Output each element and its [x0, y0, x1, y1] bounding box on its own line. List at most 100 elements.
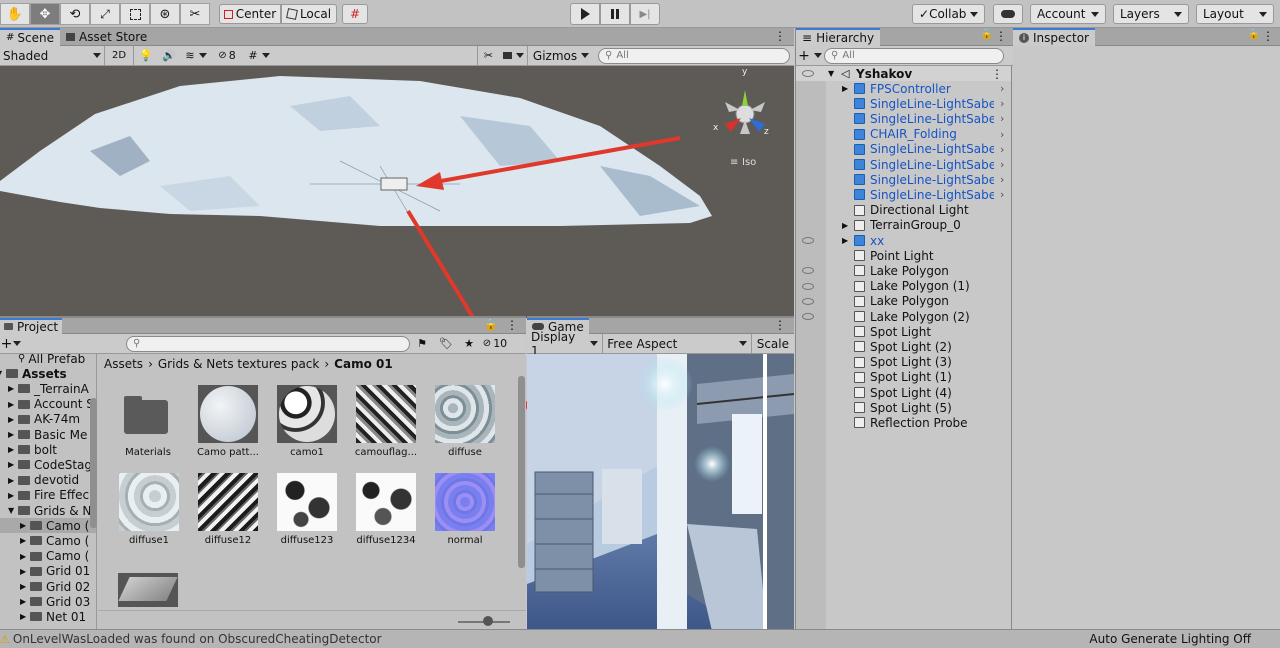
hierarchy-item[interactable]: Lake Polygon: [796, 263, 1011, 278]
thumbnail-size-slider[interactable]: [483, 616, 493, 626]
play-button[interactable]: [570, 3, 600, 25]
prefab-open-icon[interactable]: ›: [1000, 158, 1004, 171]
hierarchy-item[interactable]: CHAIR_Folding ›: [796, 127, 1011, 142]
expand-arrow-icon[interactable]: ▶: [20, 612, 30, 621]
prefab-open-icon[interactable]: ›: [1000, 82, 1004, 95]
hidden-objects-toggle[interactable]: ⊘ 8: [212, 46, 242, 66]
expand-arrow-icon[interactable]: ▶: [8, 384, 18, 393]
prefab-open-icon[interactable]: ›: [1000, 97, 1004, 110]
pause-button[interactable]: [600, 3, 630, 25]
hand-tool-button[interactable]: ✋: [0, 3, 30, 25]
gizmos-dropdown[interactable]: Gizmos: [527, 45, 594, 66]
hierarchy-item[interactable]: ▶ TerrainGroup_0: [796, 218, 1011, 233]
collab-dropdown[interactable]: ✓ Collab: [912, 4, 985, 24]
project-tree-item[interactable]: ▶ Basic Me: [0, 427, 96, 442]
project-tree-item[interactable]: ▼ Grids & N: [0, 503, 96, 518]
asset-grid-scrollbar[interactable]: [518, 376, 525, 568]
panel-menu-icon[interactable]: ⋮: [506, 318, 518, 332]
account-dropdown[interactable]: Account: [1030, 4, 1106, 24]
eye-slash-icon[interactable]: [802, 313, 814, 320]
tree-scrollbar[interactable]: [90, 398, 97, 528]
expand-arrow-icon[interactable]: ▶: [20, 521, 30, 530]
panel-menu-icon[interactable]: ⋮: [774, 29, 786, 43]
project-tree-item[interactable]: ▶ devotid: [0, 473, 96, 488]
expand-arrow-icon[interactable]: ▶: [20, 552, 30, 561]
expand-arrow-icon[interactable]: ▶: [20, 582, 30, 591]
audio-toggle[interactable]: 🔊: [158, 46, 180, 66]
hierarchy-item[interactable]: Directional Light: [796, 203, 1011, 218]
hierarchy-item[interactable]: Spot Light (3): [796, 355, 1011, 370]
panel-menu-icon[interactable]: ⋮: [774, 318, 786, 332]
hierarchy-item[interactable]: ▶ xx: [796, 233, 1011, 248]
project-tree-item[interactable]: ▶ Camo (: [0, 518, 96, 534]
eye-icon[interactable]: [802, 70, 814, 77]
scene-root-row[interactable]: ▼ ◁ Yshakov ⋮: [796, 66, 1011, 81]
project-tree-item[interactable]: ▶ _TerrainA: [0, 381, 96, 396]
cloud-button[interactable]: [993, 4, 1023, 24]
hierarchy-search-input[interactable]: ⚲ All: [824, 47, 1004, 64]
hierarchy-item[interactable]: Lake Polygon: [796, 294, 1011, 309]
expand-arrow-icon[interactable]: ▼: [828, 69, 834, 78]
prefab-open-icon[interactable]: ›: [1000, 143, 1004, 156]
scale-slider[interactable]: Scale: [752, 334, 794, 354]
eye-slash-icon[interactable]: [802, 267, 814, 275]
terrain-mesh-thumb[interactable]: [118, 573, 178, 607]
create-object-button[interactable]: +: [796, 48, 824, 64]
scene-viewport[interactable]: y x z Iso ≡: [0, 66, 794, 318]
lighting-status[interactable]: Auto Generate Lighting Off: [1089, 632, 1251, 646]
expand-arrow-icon[interactable]: ▶: [842, 84, 848, 93]
grid-snap-button[interactable]: #: [342, 4, 368, 24]
project-tree-item[interactable]: ▶ Account S: [0, 397, 96, 412]
expand-arrow-icon[interactable]: ▶: [8, 400, 18, 409]
hierarchy-item[interactable]: SingleLine-LightSaber (›: [796, 142, 1011, 157]
hierarchy-item[interactable]: Spot Light (1): [796, 370, 1011, 385]
hierarchy-item[interactable]: SingleLine-LightSaber ›: [796, 187, 1011, 202]
breadcrumb-item[interactable]: Assets: [104, 357, 143, 371]
expand-arrow-icon[interactable]: ▶: [8, 460, 18, 469]
project-search-input[interactable]: ⚲: [126, 335, 410, 352]
project-tree-item[interactable]: ▶ Net 01: [0, 609, 96, 624]
project-tree-item[interactable]: ▶ Grid 03: [0, 594, 96, 609]
shading-mode-dropdown[interactable]: Shaded: [0, 45, 105, 66]
project-tree-item[interactable]: ▶ Fire Effec: [0, 488, 96, 503]
aspect-dropdown[interactable]: Free Aspect: [603, 333, 752, 354]
project-tree-item[interactable]: ▶ AK-74m: [0, 412, 96, 427]
scene-menu-icon[interactable]: ⋮: [991, 67, 1003, 81]
lighting-toggle[interactable]: 💡: [134, 46, 158, 66]
effects-dropdown[interactable]: ≋: [180, 46, 212, 66]
expand-arrow-icon[interactable]: ▶: [8, 476, 18, 485]
expand-arrow-icon[interactable]: ▶: [20, 567, 30, 576]
breadcrumb-item[interactable]: Grids & Nets textures pack: [158, 357, 319, 371]
favorite-button[interactable]: ★: [458, 337, 480, 350]
create-asset-button[interactable]: +: [0, 336, 22, 352]
hierarchy-item[interactable]: Lake Polygon (1): [796, 279, 1011, 294]
hidden-packages-toggle[interactable]: ⊘ 10: [480, 337, 510, 350]
pivot-center-button[interactable]: Center: [219, 4, 281, 24]
layers-dropdown[interactable]: Layers: [1113, 4, 1189, 24]
layout-dropdown[interactable]: Layout: [1196, 4, 1274, 24]
pivot-local-button[interactable]: Local: [281, 4, 337, 24]
camera-dropdown[interactable]: [499, 46, 527, 66]
tab-inspector[interactable]: i Inspector: [1013, 27, 1095, 46]
hierarchy-item[interactable]: Spot Light (2): [796, 339, 1011, 354]
eye-slash-icon[interactable]: [802, 237, 814, 244]
expand-arrow-icon[interactable]: ▶: [8, 491, 18, 500]
hierarchy-item[interactable]: Spot Light: [796, 324, 1011, 339]
hierarchy-item[interactable]: SingleLine-LightSaber (›: [796, 157, 1011, 172]
expand-arrow-icon[interactable]: ▶: [8, 430, 18, 439]
expand-arrow-icon[interactable]: ▶: [842, 236, 848, 245]
project-tree-item[interactable]: ▶ CodeStag: [0, 457, 96, 472]
tab-hierarchy[interactable]: ≡ Hierarchy: [796, 27, 881, 46]
project-tree-item[interactable]: ▶ Grid 02: [0, 579, 96, 594]
project-tree-item[interactable]: ▶ Camo (: [0, 549, 96, 564]
expand-arrow-icon[interactable]: ▶: [8, 415, 18, 424]
hierarchy-item[interactable]: SingleLine-LightSaber (›: [796, 96, 1011, 111]
lock-icon[interactable]: 🔒: [1248, 29, 1260, 40]
tab-asset-store[interactable]: Asset Store: [60, 28, 153, 46]
expand-arrow-icon[interactable]: ▶: [8, 445, 18, 454]
2d-toggle[interactable]: 2D: [105, 45, 134, 66]
hierarchy-item[interactable]: SingleLine-LightSaber (›: [796, 172, 1011, 187]
filter-label-button[interactable]: 🏷: [434, 337, 458, 350]
lock-icon[interactable]: 🔒: [484, 318, 498, 331]
custom-tool-button[interactable]: ✂: [180, 3, 210, 25]
